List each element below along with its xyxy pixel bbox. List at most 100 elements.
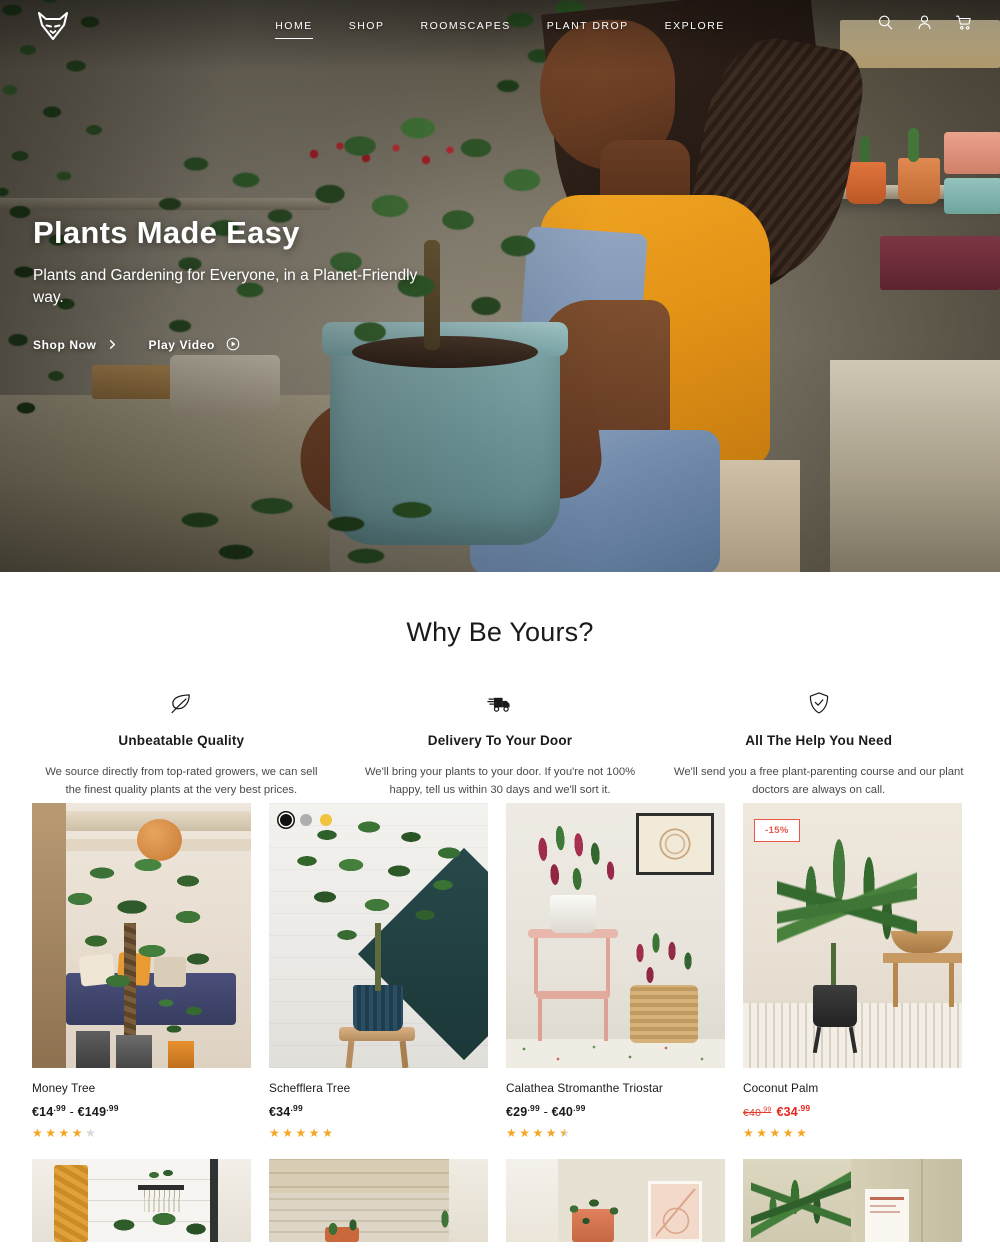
star-filled: ★ [322, 1126, 333, 1141]
star-filled: ★ [519, 1126, 531, 1141]
shop-now-button[interactable]: Shop Now [33, 338, 118, 352]
product-price: €14.99 - €149.99 [32, 1103, 251, 1119]
star-filled: ★ [282, 1126, 294, 1141]
product-row-2 [0, 1159, 1000, 1243]
product-rating[interactable]: ★ ★ ★ ★ ★ [506, 1127, 725, 1139]
price-dash: - [65, 1105, 78, 1120]
price-to-cents: .99 [573, 1103, 586, 1113]
price-to: €149 [77, 1105, 107, 1120]
site-header: HOME SHOP ROOMSCAPES PLANT DROP EXPLORE [0, 0, 1000, 52]
delivery-truck-icon [355, 690, 646, 716]
product-card-schefflera-tree[interactable]: Schefflera Tree €34.99 ★ ★ ★ ★ ★ [269, 803, 488, 1139]
nav-item-home[interactable]: HOME [257, 20, 331, 39]
product-price: €29.99 - €40.99 [506, 1103, 725, 1119]
star-filled: ★ [308, 1126, 320, 1141]
product-card-row2-3[interactable] [506, 1159, 725, 1243]
feature-text: We'll send you a free plant-parenting co… [673, 766, 964, 797]
price-sale: €34.99 [776, 1103, 811, 1120]
section-title: Why Be Yours? [406, 617, 594, 647]
star-half: ★ [559, 1126, 570, 1141]
star-filled: ★ [796, 1126, 807, 1141]
star-filled: ★ [295, 1126, 307, 1141]
feature-all-the-help-you-need: All The Help You Need We'll send you a f… [659, 690, 978, 800]
price-to-cents: .99 [106, 1103, 119, 1113]
hero-cta-group: Shop Now Play Video [33, 337, 473, 353]
product-grid: Money Tree €14.99 - €149.99 ★ ★ ★ ★ ★ Sc… [0, 803, 1000, 1243]
product-image[interactable] [506, 803, 725, 1068]
chevron-right-icon [107, 339, 118, 352]
product-card-row2-2[interactable] [269, 1159, 488, 1243]
star-filled: ★ [32, 1126, 43, 1141]
feature-text: We source directly from top-rated grower… [45, 766, 318, 797]
product-title[interactable]: Coconut Palm [743, 1081, 962, 1095]
star-filled: ★ [58, 1126, 70, 1141]
product-card-coconut-palm[interactable]: -15% Coconut Palm €40.99 €34.99 ★ ★ ★ ★ ★ [743, 803, 962, 1139]
feature-title: Delivery To Your Door [427, 733, 573, 748]
star-filled: ★ [532, 1126, 544, 1141]
product-image[interactable] [269, 803, 488, 1068]
price-original: €40.99 [743, 1106, 772, 1120]
product-title[interactable]: Calathea Stromanthe Triostar [506, 1081, 725, 1095]
product-rating[interactable]: ★ ★ ★ ★ ★ [269, 1127, 488, 1139]
leaf-icon [36, 690, 327, 716]
product-image[interactable] [32, 803, 251, 1068]
nav-item-roomscapes[interactable]: ROOMSCAPES [402, 20, 528, 32]
feature-unbeatable-quality: Unbeatable Quality We source directly fr… [22, 690, 341, 800]
price-from: €14 [32, 1105, 54, 1120]
search-icon[interactable] [877, 14, 894, 31]
feature-title: All The Help You Need [745, 733, 893, 748]
product-price: €34.99 [269, 1103, 488, 1119]
product-row-1: Money Tree €14.99 - €149.99 ★ ★ ★ ★ ★ Sc… [0, 803, 1000, 1139]
product-image[interactable] [269, 1159, 488, 1243]
nav-item-explore[interactable]: EXPLORE [647, 20, 743, 32]
nav-item-shop[interactable]: SHOP [331, 20, 403, 32]
hero-banner: HOME SHOP ROOMSCAPES PLANT DROP EXPLORE [0, 0, 1000, 572]
star-filled: ★ [743, 1126, 754, 1141]
play-video-label: Play Video [148, 338, 215, 352]
price-from-cents: .99 [527, 1103, 540, 1113]
price-from: €34 [269, 1105, 291, 1120]
swatch-yellow[interactable] [320, 814, 332, 826]
price-dash: - [539, 1105, 552, 1120]
product-image[interactable] [32, 1159, 251, 1243]
product-rating[interactable]: ★ ★ ★ ★ ★ [743, 1127, 962, 1139]
price-from: €29 [506, 1105, 528, 1120]
shield-check-icon [673, 690, 964, 716]
product-card-calathea-stromanthe-triostar[interactable]: Calathea Stromanthe Triostar €29.99 - €4… [506, 803, 725, 1139]
star-filled: ★ [506, 1126, 517, 1141]
feature-text: We'll bring your plants to your door. If… [364, 766, 636, 797]
account-icon[interactable] [916, 14, 933, 31]
star-filled: ★ [45, 1126, 57, 1141]
star-filled: ★ [545, 1126, 557, 1141]
swatch-grey[interactable] [300, 814, 312, 826]
star-filled: ★ [756, 1126, 768, 1141]
product-rating[interactable]: ★ ★ ★ ★ ★ [32, 1127, 251, 1139]
product-image[interactable] [743, 1159, 962, 1243]
product-title[interactable]: Money Tree [32, 1081, 251, 1095]
star-filled: ★ [269, 1126, 280, 1141]
price-from-cents: .99 [290, 1103, 303, 1113]
star-empty: ★ [85, 1126, 96, 1141]
cart-icon[interactable] [955, 14, 972, 31]
hero-subtitle: Plants and Gardening for Everyone, in a … [33, 267, 418, 306]
product-card-row2-1[interactable] [32, 1159, 251, 1243]
product-image[interactable]: -15% [743, 803, 962, 1068]
feature-delivery-to-your-door: Delivery To Your Door We'll bring your p… [341, 690, 660, 800]
shop-now-label: Shop Now [33, 338, 97, 352]
discount-badge: -15% [754, 819, 800, 842]
main-navigation: HOME SHOP ROOMSCAPES PLANT DROP EXPLORE [0, 0, 1000, 52]
hero-title: Plants Made Easy [33, 215, 300, 250]
star-filled: ★ [782, 1126, 794, 1141]
play-video-button[interactable]: Play Video [148, 337, 240, 353]
nav-item-plant-drop[interactable]: PLANT DROP [529, 20, 647, 32]
product-price: €40.99 €34.99 [743, 1103, 962, 1119]
star-filled: ★ [769, 1126, 781, 1141]
product-title[interactable]: Schefflera Tree [269, 1081, 488, 1095]
product-card-money-tree[interactable]: Money Tree €14.99 - €149.99 ★ ★ ★ ★ ★ [32, 803, 251, 1139]
star-filled: ★ [71, 1126, 83, 1141]
swatch-black[interactable] [280, 814, 292, 826]
header-icon-group [877, 14, 972, 31]
product-image[interactable] [506, 1159, 725, 1243]
product-card-row2-4[interactable] [743, 1159, 962, 1243]
features-row: Unbeatable Quality We source directly fr… [0, 690, 1000, 800]
